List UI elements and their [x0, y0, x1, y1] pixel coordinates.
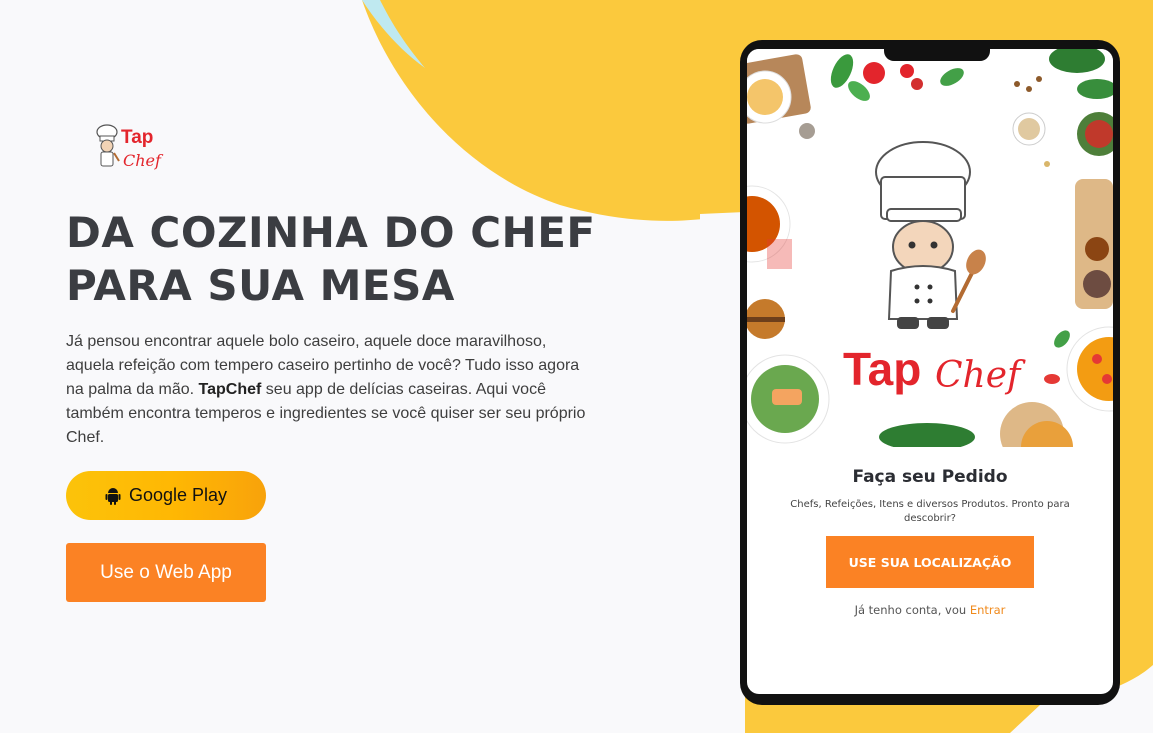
food-illustration: Tap Chef [747, 49, 1113, 447]
app-logo-chef: Chef [935, 355, 1026, 396]
login-link[interactable]: Entrar [970, 603, 1006, 617]
headline-line-1: DA COZINHA DO CHEF [66, 208, 596, 257]
google-play-label: Google Play [128, 485, 228, 505]
intro-paragraph: Já pensou encontrar aquele bolo caseiro,… [66, 330, 586, 450]
yellow-blob [362, 0, 745, 221]
headline-line-2: PARA SUA MESA [66, 261, 455, 310]
chef-mascot-icon: Tap Chef [96, 124, 164, 170]
use-location-button[interactable]: USE SUA LOCALIZAÇÃO [826, 536, 1034, 588]
login-prefix: Já tenho conta, vou [854, 603, 970, 617]
android-icon [105, 487, 121, 505]
hero-headline: DA COZINHA DO CHEF PARA SUA MESA [66, 206, 626, 312]
light-left-edge [700, 212, 745, 733]
phone-mockup: Tap Chef Faça seu Pedido Chefs, Refeiçõe… [740, 40, 1120, 705]
web-app-button[interactable]: Use o Web App [66, 543, 266, 602]
phone-screen: Tap Chef Faça seu Pedido Chefs, Refeiçõe… [747, 49, 1113, 694]
logo-tap-text: Tap [121, 127, 153, 148]
app-logo-tap: Tap [843, 343, 921, 395]
order-subtitle: Chefs, Refeições, Itens e diversos Produ… [790, 499, 1070, 524]
login-line: Já tenho conta, vou Entrar [747, 603, 1113, 617]
phone-notch [884, 49, 990, 61]
google-play-button[interactable]: Google Play [66, 471, 266, 520]
tapchef-logo[interactable]: Tap Chef [94, 123, 166, 173]
logo-chef-text: Chef [123, 151, 164, 170]
intro-brand-name: TapChef [198, 381, 262, 398]
order-title: Faça seu Pedido [852, 467, 1008, 487]
